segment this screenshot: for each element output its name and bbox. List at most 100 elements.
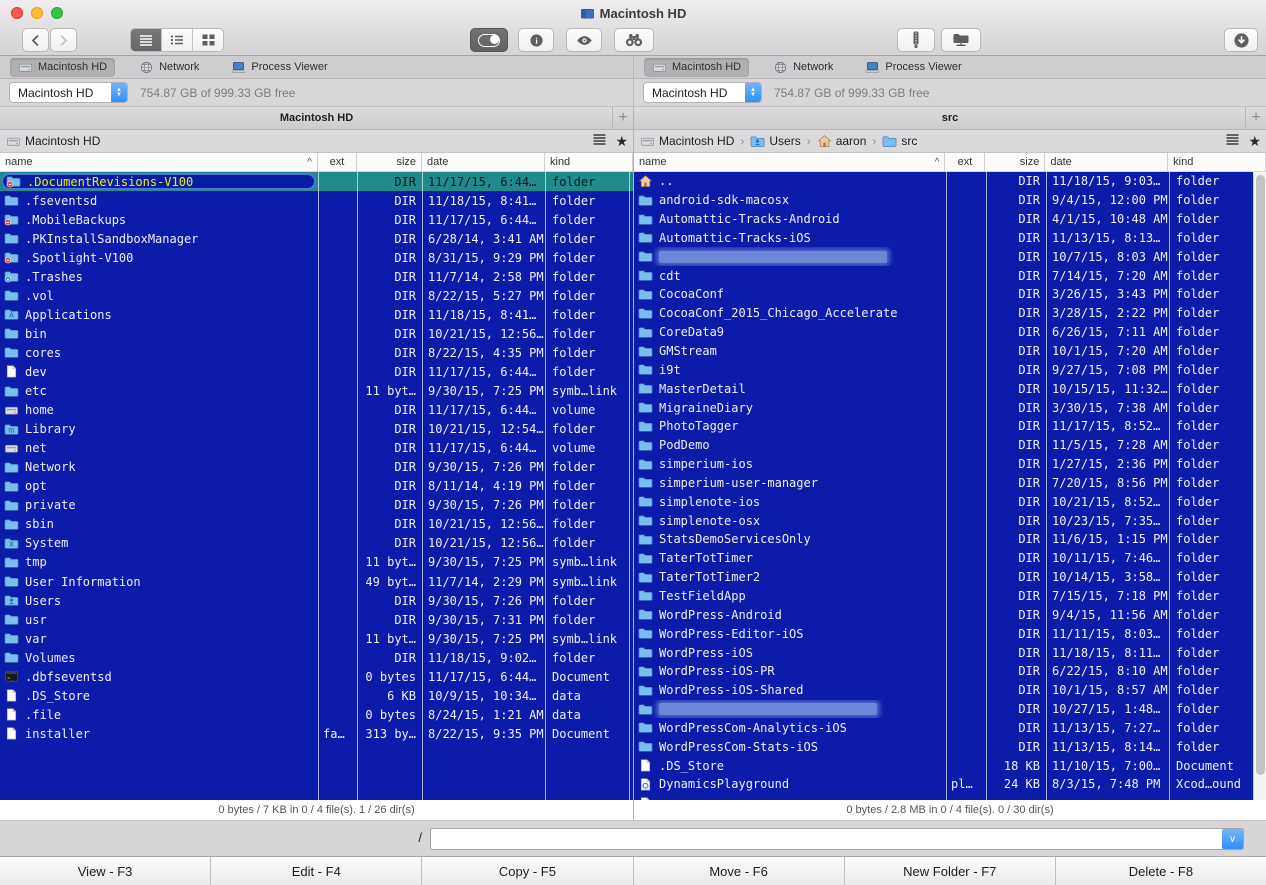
file-row[interactable]: homeDIR11/17/15, 6:44…volume	[0, 401, 633, 420]
scrollbar[interactable]	[1253, 172, 1266, 800]
icon-view-icon[interactable]	[193, 29, 224, 51]
file-row[interactable]: .volDIR8/22/15, 5:27 PMfolder	[0, 286, 633, 305]
breadcrumb-item[interactable]: Macintosh HD	[6, 134, 100, 149]
add-tab-button[interactable]: +	[1245, 107, 1266, 129]
list-menu-icon[interactable]	[1226, 134, 1239, 148]
file-row[interactable]: simperium-user-managerDIR7/20/15, 8:56 P…	[634, 474, 1266, 493]
add-tab-button[interactable]: +	[612, 107, 633, 129]
file-row[interactable]: NetworkDIR9/30/15, 7:26 PMfolder	[0, 458, 633, 477]
file-list[interactable]: ..DIR11/18/15, 9:03…folderandroid-sdk-ma…	[634, 172, 1266, 800]
close-button[interactable]	[11, 7, 23, 19]
breadcrumb-item[interactable]: Macintosh HD	[640, 134, 734, 149]
tab-macintosh-hd[interactable]: Macintosh HD	[644, 58, 749, 77]
file-row[interactable]: netDIR11/17/15, 6:44…volume	[0, 439, 633, 458]
file-row[interactable]: CocoaConf_2015_Chicago_AccelerateDIR3/28…	[634, 304, 1266, 323]
column-header-date[interactable]: date	[1045, 153, 1168, 171]
file-row[interactable]: StatsDemoServicesOnlyDIR11/6/15, 1:15 PM…	[634, 530, 1266, 549]
tab-network[interactable]: Network	[765, 58, 841, 77]
file-row[interactable]	[634, 794, 1266, 800]
file-row[interactable]: XSystemDIR10/21/15, 12:56…folder	[0, 534, 633, 553]
column-header-ext[interactable]: ext	[945, 153, 985, 171]
file-row[interactable]: etc11 byt…9/30/15, 7:25 PMsymb…link	[0, 382, 633, 401]
file-row[interactable]: TestFieldAppDIR7/15/15, 7:18 PMfolder	[634, 587, 1266, 606]
dual-pane-toggle-button[interactable]	[470, 28, 508, 52]
file-row[interactable]: WordPress-iOS-SharedDIR10/1/15, 8:57 AMf…	[634, 681, 1266, 700]
column-header-size[interactable]: size	[357, 153, 422, 171]
file-row[interactable]: simplenote-osxDIR10/23/15, 7:35…folder	[634, 511, 1266, 530]
column-header-size[interactable]: size	[985, 153, 1045, 171]
file-row[interactable]: WordPress-Editor-iOSDIR11/11/15, 8:03…fo…	[634, 624, 1266, 643]
zoom-button[interactable]	[51, 7, 63, 19]
tab-network[interactable]: Network	[131, 58, 207, 77]
column-separator[interactable]	[986, 172, 987, 800]
file-list[interactable]: .DocumentRevisions-V100DIR11/17/15, 6:44…	[0, 172, 633, 800]
view-f3-button[interactable]: View - F3	[0, 857, 211, 885]
file-row[interactable]: sbinDIR10/21/15, 12:56…folder	[0, 515, 633, 534]
network-share-button[interactable]	[941, 28, 981, 52]
file-row[interactable]: Automattic-Tracks-iOSDIR11/13/15, 8:13…f…	[634, 229, 1266, 248]
breadcrumb-item[interactable]: Users	[750, 134, 800, 149]
column-header-kind[interactable]: kind	[1168, 153, 1266, 171]
info-button[interactable]: i	[518, 28, 554, 52]
list-menu-icon[interactable]	[593, 134, 606, 148]
file-row[interactable]: .DocumentRevisions-V100DIR11/17/15, 6:44…	[0, 172, 633, 191]
file-row[interactable]: binDIR10/21/15, 12:56…folder	[0, 324, 633, 343]
file-row[interactable]: PodDemoDIR11/5/15, 7:28 AMfolder	[634, 436, 1266, 455]
file-row[interactable]: WordPress-iOSDIR11/18/15, 8:11…folder	[634, 643, 1266, 662]
file-row[interactable]: >_.dbfseventsd0 bytes11/17/15, 6:44…Docu…	[0, 667, 633, 686]
column-separator[interactable]	[545, 172, 546, 800]
file-row[interactable]: installerfa…313 by…8/22/15, 9:35 PMDocum…	[0, 724, 633, 743]
column-header-date[interactable]: date	[422, 153, 545, 171]
pane-header[interactable]: Macintosh HD +	[0, 107, 633, 130]
file-row[interactable]: privateDIR9/30/15, 7:26 PMfolder	[0, 496, 633, 515]
tab-macintosh-hd[interactable]: Macintosh HD	[10, 58, 115, 77]
column-separator[interactable]	[1046, 172, 1047, 800]
file-row[interactable]: User Information49 byt…11/7/14, 2:29 PMs…	[0, 572, 633, 591]
copy-f5-button[interactable]: Copy - F5	[422, 857, 633, 885]
file-row[interactable]: DIR10/7/15, 8:03 AMfolder	[634, 247, 1266, 266]
file-row[interactable]: TaterTotTimer2DIR10/14/15, 3:58…folder	[634, 568, 1266, 587]
file-row[interactable]: .Spotlight-V100DIR8/31/15, 9:29 PMfolder	[0, 248, 633, 267]
file-row[interactable]: MasterDetailDIR10/15/15, 11:32…folder	[634, 379, 1266, 398]
detail-list-view-icon[interactable]	[162, 29, 193, 51]
file-row[interactable]: MigraineDiaryDIR3/30/15, 7:38 AMfolder	[634, 398, 1266, 417]
column-separator[interactable]	[422, 172, 423, 800]
column-separator[interactable]	[318, 172, 319, 800]
file-row[interactable]: PhotoTaggerDIR11/17/15, 8:52…folder	[634, 417, 1266, 436]
pane-header[interactable]: src +	[634, 107, 1266, 130]
file-row[interactable]: AApplicationsDIR11/18/15, 8:41…folder	[0, 305, 633, 324]
titlebar[interactable]: Macintosh HD	[0, 0, 1266, 26]
file-row[interactable]: CoreData9DIR6/26/15, 7:11 AMfolder	[634, 323, 1266, 342]
file-row[interactable]: GMStreamDIR10/1/15, 7:20 AMfolder	[634, 342, 1266, 361]
file-row[interactable]: LibraryDIR10/21/15, 12:54…folder	[0, 420, 633, 439]
file-row[interactable]: DIR10/27/15, 1:48…folder	[634, 700, 1266, 719]
tab-process-viewer[interactable]: Process Viewer	[223, 58, 335, 77]
file-row[interactable]: i9tDIR9/27/15, 7:08 PMfolder	[634, 360, 1266, 379]
column-header-name[interactable]: name^	[634, 153, 945, 171]
column-separator[interactable]	[357, 172, 358, 800]
file-row[interactable]: WordPressCom-Analytics-iOSDIR11/13/15, 7…	[634, 718, 1266, 737]
breadcrumb-item[interactable]: aaron	[817, 134, 867, 149]
file-row[interactable]: .TrashesDIR11/7/14, 2:58 PMfolder	[0, 267, 633, 286]
back-button[interactable]	[22, 28, 49, 52]
column-header-ext[interactable]: ext	[318, 153, 357, 171]
list-view-icon[interactable]	[131, 29, 162, 51]
file-row[interactable]: tmp11 byt…9/30/15, 7:25 PMsymb…link	[0, 553, 633, 572]
command-history-dropdown[interactable]: ∨	[1222, 829, 1243, 849]
file-row[interactable]: .PKInstallSandboxManagerDIR6/28/14, 3:41…	[0, 229, 633, 248]
file-row[interactable]: var11 byt…9/30/15, 7:25 PMsymb…link	[0, 629, 633, 648]
quick-look-button[interactable]	[566, 28, 602, 52]
downloads-button[interactable]	[1224, 28, 1258, 52]
move-f6-button[interactable]: Move - F6	[634, 857, 845, 885]
file-row[interactable]: .DS_Store6 KB10/9/15, 10:34…data	[0, 686, 633, 705]
forward-button[interactable]	[50, 28, 77, 52]
file-row[interactable]: .MobileBackupsDIR11/17/15, 6:44…folder	[0, 210, 633, 229]
scrollbar-thumb[interactable]	[1256, 175, 1265, 775]
column-separator[interactable]	[1169, 172, 1170, 800]
file-row[interactable]: .file0 bytes8/24/15, 1:21 AMdata	[0, 705, 633, 724]
file-row[interactable]: WordPressCom-Stats-iOSDIR11/13/15, 8:14……	[634, 737, 1266, 756]
edit-f4-button[interactable]: Edit - F4	[211, 857, 422, 885]
favorite-star-icon[interactable]: ★	[1248, 134, 1261, 148]
file-row[interactable]: devDIR11/17/15, 6:44…folder	[0, 362, 633, 381]
breadcrumb-item[interactable]: src	[882, 134, 917, 149]
